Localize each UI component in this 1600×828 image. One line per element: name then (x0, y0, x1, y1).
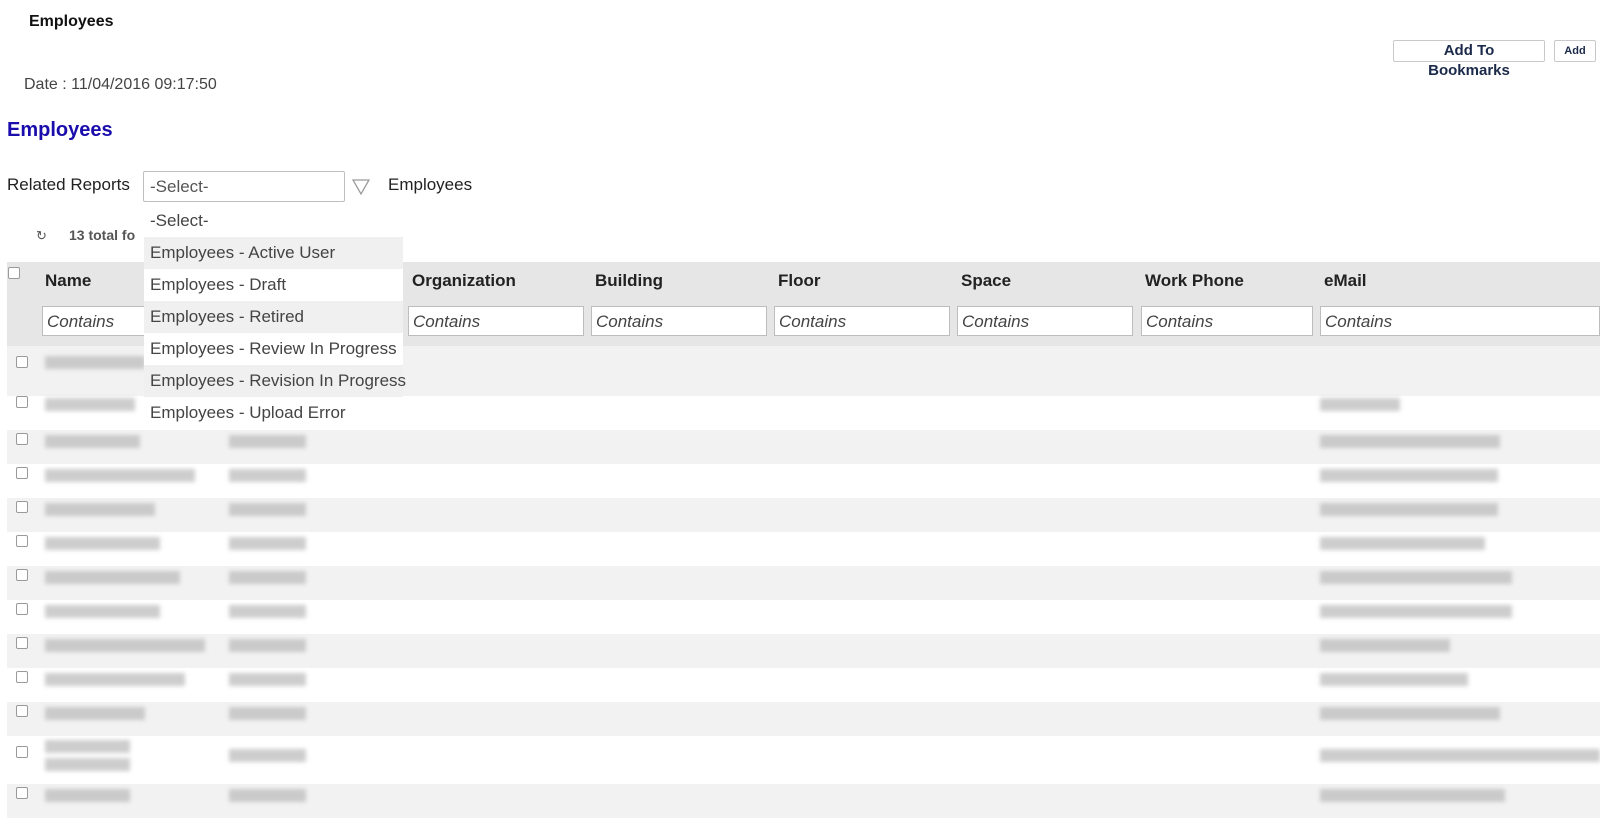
row-checkbox[interactable] (16, 467, 28, 479)
related-reports-label: Related Reports (7, 175, 130, 194)
email-cell-redacted (1320, 673, 1468, 686)
id-cell-redacted (229, 749, 306, 762)
table-row[interactable] (7, 600, 1600, 634)
name-cell-redacted (45, 503, 155, 516)
email-cell-redacted (1320, 639, 1450, 652)
column-header-building[interactable]: Building (595, 271, 663, 291)
name-cell-redacted (45, 740, 130, 753)
table-row[interactable] (7, 498, 1600, 532)
id-cell-redacted (229, 789, 306, 802)
filter-floor[interactable]: Contains (774, 306, 950, 336)
name-cell-redacted (45, 435, 140, 448)
id-cell-redacted (229, 503, 306, 516)
id-cell-redacted (229, 605, 306, 618)
row-checkbox[interactable] (16, 746, 28, 758)
id-cell-redacted (229, 469, 306, 482)
table-row[interactable] (7, 736, 1600, 784)
row-checkbox[interactable] (16, 603, 28, 615)
row-checkbox[interactable] (16, 705, 28, 717)
related-reports-option[interactable]: -Select- (144, 205, 403, 237)
name-cell-redacted (45, 639, 205, 652)
report-title: Employees (7, 119, 113, 141)
name-cell-redacted (45, 356, 145, 369)
column-header-floor[interactable]: Floor (778, 271, 821, 291)
page-title: Employees (29, 13, 114, 30)
row-checkbox[interactable] (16, 671, 28, 683)
related-reports-option[interactable]: Employees - Active User (144, 237, 403, 269)
filter-building[interactable]: Contains (591, 306, 767, 336)
table-row[interactable] (7, 784, 1600, 818)
related-reports-option[interactable]: Employees - Upload Error (144, 397, 403, 429)
row-checkbox[interactable] (16, 535, 28, 547)
table-row[interactable] (7, 532, 1600, 566)
id-cell-redacted (229, 537, 306, 550)
name-cell-redacted (45, 605, 160, 618)
column-header-space[interactable]: Space (961, 271, 1011, 291)
email-cell-redacted (1320, 469, 1498, 482)
column-header-work-phone[interactable]: Work Phone (1145, 271, 1244, 291)
report-date: Date : 11/04/2016 09:17:50 (24, 76, 217, 93)
filter-work-phone[interactable]: Contains (1141, 306, 1313, 336)
email-cell-redacted (1320, 571, 1512, 584)
table-row[interactable] (7, 668, 1600, 702)
id-cell-redacted (229, 673, 306, 686)
id-cell-redacted (229, 571, 306, 584)
id-cell-redacted (229, 639, 306, 652)
name-cell-redacted (45, 398, 135, 411)
column-header-name[interactable]: Name (45, 271, 91, 291)
filter-organization[interactable]: Contains (408, 306, 584, 336)
id-cell-redacted (229, 707, 306, 720)
table-row[interactable] (7, 566, 1600, 600)
email-cell-redacted (1320, 707, 1500, 720)
row-checkbox[interactable] (16, 787, 28, 799)
select-all-checkbox[interactable] (8, 267, 20, 279)
row-checkbox[interactable] (16, 396, 28, 408)
name-cell-redacted (45, 758, 130, 771)
name-cell-redacted (45, 537, 160, 550)
row-checkbox[interactable] (16, 569, 28, 581)
name-cell-redacted (45, 469, 195, 482)
related-reports-option[interactable]: Employees - Retired (144, 301, 403, 333)
name-cell-redacted (45, 707, 145, 720)
email-cell-redacted (1320, 605, 1512, 618)
name-cell-redacted (45, 571, 180, 584)
related-reports-option[interactable]: Employees - Draft (144, 269, 403, 301)
related-reports-select[interactable]: -Select- (143, 171, 345, 202)
id-cell-redacted (229, 435, 306, 448)
column-header-organization[interactable]: Organization (412, 271, 516, 291)
table-row[interactable] (7, 634, 1600, 668)
filter-email[interactable]: Contains (1320, 306, 1600, 336)
related-reports-option[interactable]: Employees - Review In Progress (144, 333, 403, 365)
email-cell-redacted (1320, 503, 1498, 516)
email-cell-redacted (1320, 537, 1485, 550)
name-cell-redacted (45, 673, 185, 686)
column-header-email[interactable]: eMail (1324, 271, 1367, 291)
add-button[interactable]: Add (1554, 40, 1596, 62)
email-cell-redacted (1320, 435, 1500, 448)
total-count: 13 total fo (69, 227, 136, 243)
related-reports-option[interactable]: Employees - Revision In Progress (144, 365, 406, 397)
related-report-current: Employees (388, 175, 473, 194)
row-checkbox[interactable] (16, 637, 28, 649)
row-checkbox[interactable] (16, 356, 28, 368)
table-row[interactable] (7, 430, 1600, 464)
filter-space[interactable]: Contains (957, 306, 1133, 336)
related-reports-dropdown: -Select- Employees - Active User Employe… (144, 205, 406, 429)
row-checkbox[interactable] (16, 501, 28, 513)
email-cell-redacted (1320, 789, 1505, 802)
email-cell-redacted (1320, 398, 1400, 411)
table-row[interactable] (7, 702, 1600, 736)
table-row[interactable] (7, 464, 1600, 498)
name-cell-redacted (45, 789, 130, 802)
row-checkbox[interactable] (16, 433, 28, 445)
email-cell-redacted (1320, 749, 1600, 762)
add-to-bookmarks-button[interactable]: Add To Bookmarks (1393, 40, 1545, 79)
refresh-icon[interactable]: ↻ (36, 228, 47, 244)
filter-icon[interactable] (352, 178, 370, 196)
